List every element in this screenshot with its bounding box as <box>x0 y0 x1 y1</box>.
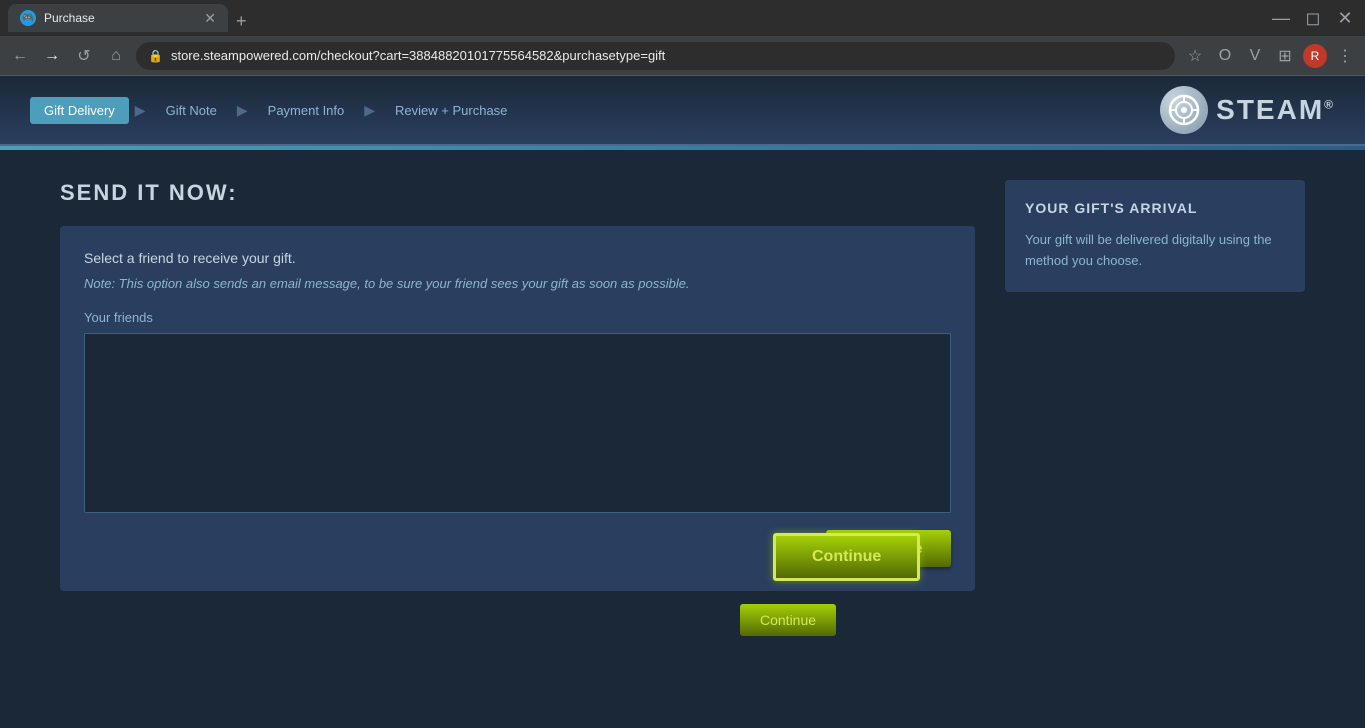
browser-tab[interactable]: 🎮 Purchase ✕ <box>8 4 228 32</box>
forward-button[interactable]: → <box>40 47 64 65</box>
step-gift-note[interactable]: Gift Note <box>152 97 231 124</box>
toolbar-icons: ☆ O V ⊞ R ⋮ <box>1183 44 1357 68</box>
step-payment-info-label: Payment Info <box>254 97 359 124</box>
profile-icon[interactable]: R <box>1303 44 1327 68</box>
friends-listbox[interactable] <box>84 333 951 513</box>
arrival-description: Your gift will be delivered digitally us… <box>1025 230 1285 272</box>
maximize-button[interactable]: ◻ <box>1301 8 1325 29</box>
tab-close-button[interactable]: ✕ <box>204 10 216 27</box>
browser-titlebar: 🎮 Purchase ✕ + — ◻ ✕ <box>0 0 1365 36</box>
highlighted-continue-button[interactable]: Continue <box>773 533 920 581</box>
checkout-steps: Gift Delivery ▶ Gift Note ▶ Payment Info… <box>30 97 521 124</box>
tab-favicon-icon: 🎮 <box>20 10 36 26</box>
lock-icon: 🔒 <box>148 49 163 63</box>
select-friend-text: Select a friend to receive your gift. <box>84 250 951 266</box>
minimize-button[interactable]: — <box>1269 8 1293 29</box>
arrival-title: YOUR GIFT'S ARRIVAL <box>1025 200 1285 216</box>
back-button[interactable]: ← <box>8 47 32 65</box>
home-button[interactable]: ⌂ <box>104 47 128 65</box>
extensions-icon[interactable]: ⊞ <box>1273 46 1297 66</box>
vpn-icon[interactable]: V <box>1243 47 1267 65</box>
browser-tabs: 🎮 Purchase ✕ + <box>8 4 1269 32</box>
steam-logo-icon <box>1160 86 1208 134</box>
close-button[interactable]: ✕ <box>1333 8 1357 29</box>
menu-icon[interactable]: ⋮ <box>1333 46 1357 66</box>
highlighted-continue-container: Continue <box>773 533 920 581</box>
opera-icon[interactable]: O <box>1213 47 1237 65</box>
tab-title: Purchase <box>44 11 196 25</box>
step-review-purchase-label: Review + Purchase <box>381 97 521 124</box>
steam-logo-text: STEAM® <box>1216 94 1335 126</box>
steam-header: Gift Delivery ▶ Gift Note ▶ Payment Info… <box>0 76 1365 146</box>
left-panel: SEND IT NOW: Select a friend to receive … <box>60 180 975 591</box>
note-text: Note: This option also sends an email me… <box>84 274 951 294</box>
steam-logo: STEAM® <box>1160 86 1335 134</box>
arrival-box: YOUR GIFT'S ARRIVAL Your gift will be de… <box>1005 180 1305 292</box>
page-content: Gift Delivery ▶ Gift Note ▶ Payment Info… <box>0 76 1365 621</box>
step-gift-delivery-label: Gift Delivery <box>30 97 129 124</box>
step-arrow-1: ▶ <box>135 102 146 119</box>
right-panel: YOUR GIFT'S ARRIVAL Your gift will be de… <box>1005 180 1305 292</box>
step-arrow-3: ▶ <box>364 102 375 119</box>
step-arrow-2: ▶ <box>237 102 248 119</box>
tooltip-continue-button[interactable]: Continue <box>740 604 836 636</box>
refresh-button[interactable]: ↺ <box>72 46 96 66</box>
bookmark-icon[interactable]: ☆ <box>1183 46 1207 66</box>
step-payment-info[interactable]: Payment Info <box>254 97 359 124</box>
browser-toolbar: ← → ↺ ⌂ 🔒 store.steampowered.com/checkou… <box>0 36 1365 76</box>
send-title: SEND IT NOW: <box>60 180 975 206</box>
main-area: SEND IT NOW: Select a friend to receive … <box>0 150 1365 621</box>
step-review-purchase[interactable]: Review + Purchase <box>381 97 521 124</box>
step-gift-note-label: Gift Note <box>152 97 231 124</box>
url-text: store.steampowered.com/checkout?cart=388… <box>171 48 1163 63</box>
friends-label: Your friends <box>84 310 951 325</box>
window-controls: — ◻ ✕ <box>1269 8 1357 29</box>
new-tab-button[interactable]: + <box>236 11 247 32</box>
browser-chrome: 🎮 Purchase ✕ + — ◻ ✕ ← → ↺ ⌂ 🔒 store.ste… <box>0 0 1365 76</box>
step-gift-delivery[interactable]: Gift Delivery <box>30 97 129 124</box>
address-bar[interactable]: 🔒 store.steampowered.com/checkout?cart=3… <box>136 42 1175 70</box>
